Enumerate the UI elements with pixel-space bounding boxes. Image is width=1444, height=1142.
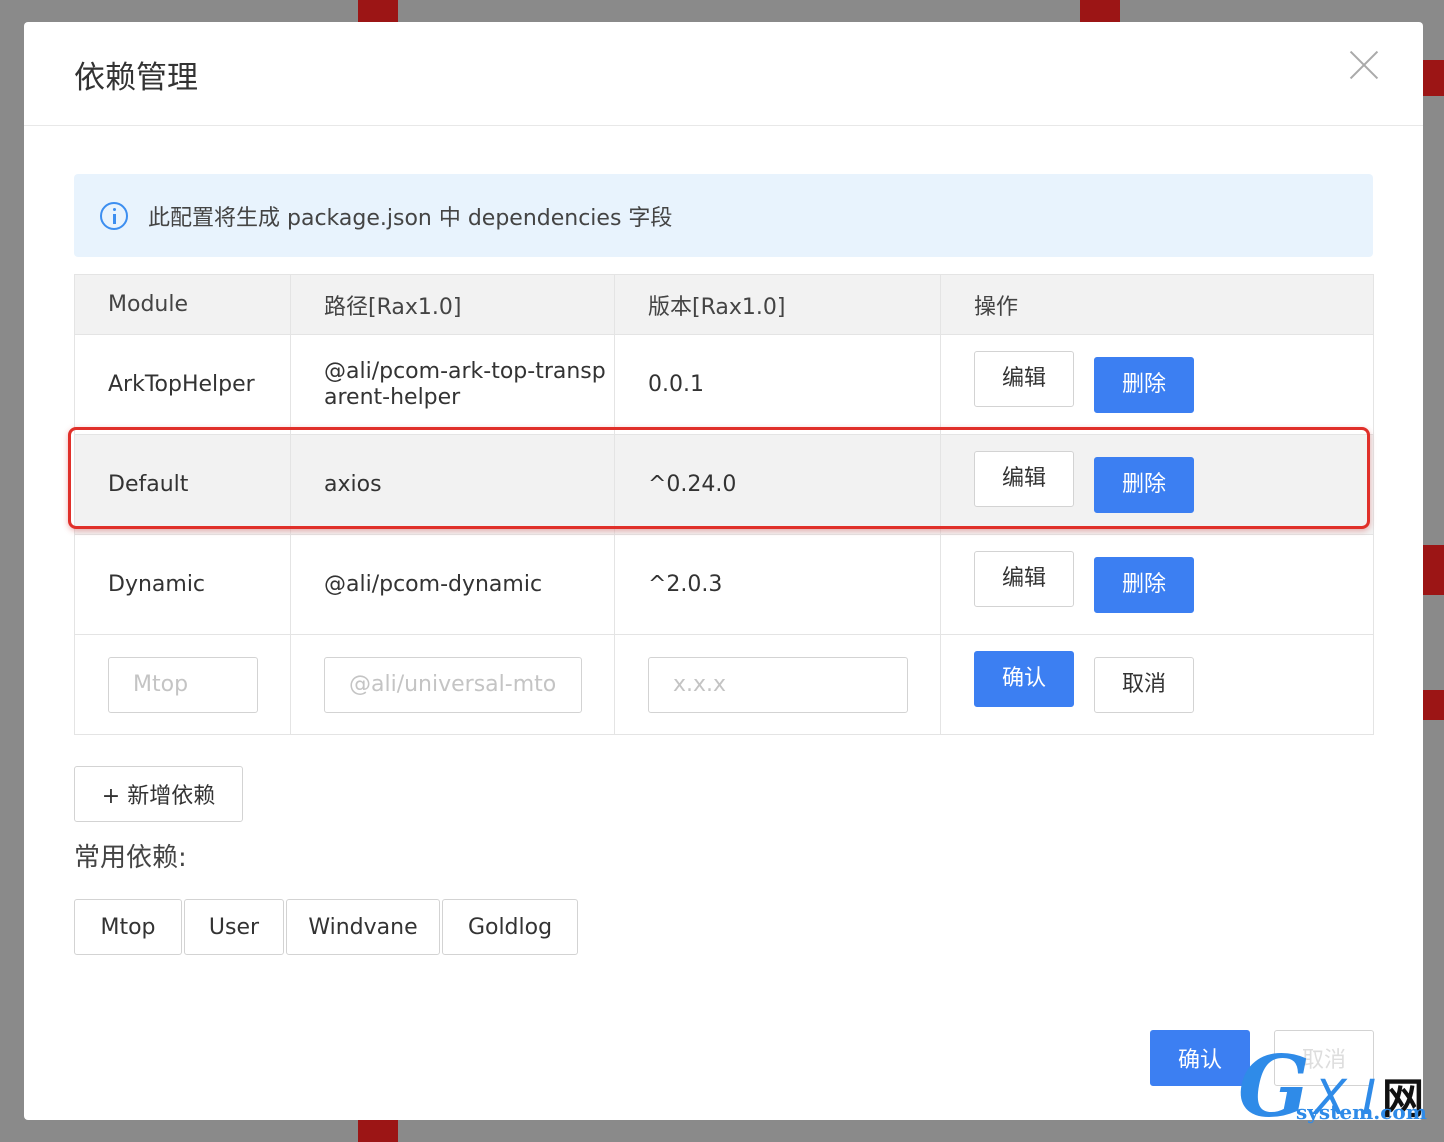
cell-module-input: [74, 634, 291, 735]
cell-actions: 确认 取消: [940, 634, 1374, 735]
common-dependencies-label: 常用依赖:: [74, 843, 187, 873]
info-alert: 此配置将生成 package.json 中 dependencies 字段: [74, 174, 1373, 257]
column-header-path: 路径[Rax1.0]: [290, 274, 615, 335]
delete-button[interactable]: 删除: [1094, 556, 1194, 613]
edit-button[interactable]: 编辑: [974, 450, 1074, 507]
cell-path: @ali/pcom-ark-top-transparent-helper: [290, 334, 615, 435]
cell-version: ^2.0.3: [614, 534, 941, 635]
bg-strip: [1080, 0, 1120, 22]
cell-actions: 编辑 删除: [940, 334, 1374, 435]
delete-button[interactable]: 删除: [1094, 456, 1194, 513]
column-header-actions: 操作: [940, 274, 1374, 335]
add-dependency-button[interactable]: + 新增依赖: [74, 766, 243, 822]
module-input[interactable]: [108, 656, 258, 713]
common-dependencies-tags: Mtop User Windvane Goldlog: [74, 899, 580, 955]
tag-user[interactable]: User: [184, 899, 284, 955]
table-row: Default axios ^0.24.0 编辑 删除: [74, 434, 1374, 535]
table-header-row: Module 路径[Rax1.0] 版本[Rax1.0] 操作: [74, 274, 1374, 335]
confirm-row-button[interactable]: 确认: [974, 650, 1074, 707]
tag-windvane[interactable]: Windvane: [286, 899, 440, 955]
bg-strip: [358, 0, 398, 22]
new-dependency-row: 确认 取消: [74, 634, 1374, 735]
cell-path-input: [290, 634, 615, 735]
dependency-table: Module 路径[Rax1.0] 版本[Rax1.0] 操作 ArkTopHe…: [74, 274, 1374, 735]
path-input[interactable]: [324, 656, 582, 713]
cell-actions: 编辑 删除: [940, 434, 1374, 535]
watermark-logo: G X I 网 system.com: [1238, 1045, 1427, 1129]
tag-mtop[interactable]: Mtop: [74, 899, 182, 955]
info-icon: [100, 201, 128, 230]
cancel-row-button[interactable]: 取消: [1094, 656, 1194, 713]
dependency-modal: 依赖管理 此配置将生成 package.json 中 dependencies …: [24, 22, 1423, 1120]
cell-version: ^0.24.0: [614, 434, 941, 535]
modal-confirm-button[interactable]: 确认: [1150, 1030, 1250, 1086]
info-text: 此配置将生成 package.json 中 dependencies 字段: [148, 205, 673, 231]
cell-path: @ali/pcom-dynamic: [290, 534, 615, 635]
close-icon[interactable]: [1349, 50, 1379, 80]
table-row: Dynamic @ali/pcom-dynamic ^2.0.3 编辑 删除: [74, 534, 1374, 635]
edit-button[interactable]: 编辑: [974, 350, 1074, 407]
cell-module: ArkTopHelper: [74, 334, 291, 435]
cell-actions: 编辑 删除: [940, 534, 1374, 635]
version-input[interactable]: [648, 656, 908, 713]
edit-button[interactable]: 编辑: [974, 550, 1074, 607]
cell-module: Default: [74, 434, 291, 535]
bg-strip: [358, 1118, 398, 1142]
modal-title: 依赖管理: [74, 60, 198, 96]
tag-goldlog[interactable]: Goldlog: [442, 899, 578, 955]
cell-module: Dynamic: [74, 534, 291, 635]
modal-header: 依赖管理: [24, 22, 1423, 126]
cell-version: 0.0.1: [614, 334, 941, 435]
delete-button[interactable]: 删除: [1094, 356, 1194, 413]
column-header-module: Module: [74, 274, 291, 335]
cell-version-input: [614, 634, 941, 735]
cell-path: axios: [290, 434, 615, 535]
table-row: ArkTopHelper @ali/pcom-ark-top-transpare…: [74, 334, 1374, 435]
column-header-version: 版本[Rax1.0]: [614, 274, 941, 335]
watermark-site: system.com: [1296, 1100, 1427, 1124]
